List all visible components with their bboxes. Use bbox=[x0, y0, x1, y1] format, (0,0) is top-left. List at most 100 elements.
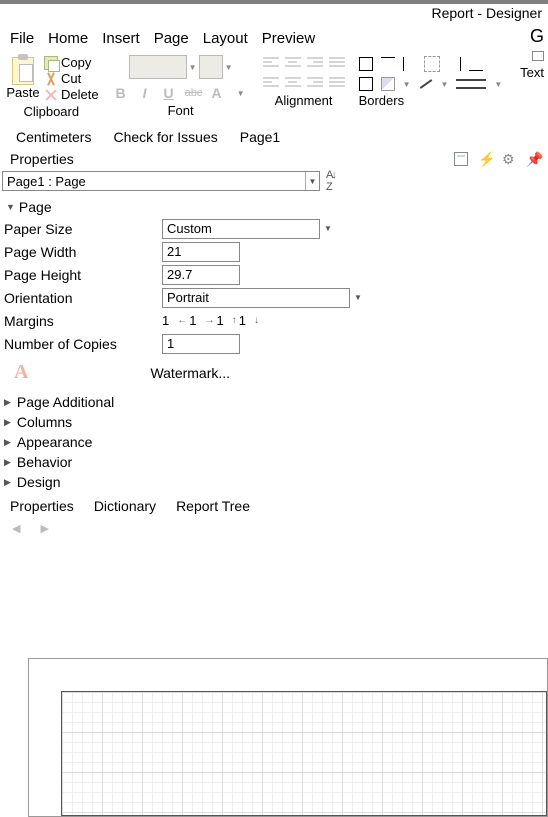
menu-layout[interactable]: Layout bbox=[203, 30, 248, 47]
underline-button[interactable]: U bbox=[161, 85, 177, 101]
menu-insert[interactable]: Insert bbox=[102, 30, 140, 47]
wrap-button[interactable] bbox=[329, 77, 345, 91]
chevron-down-icon[interactable]: ▼ bbox=[441, 80, 449, 89]
ribbon-font: ▼ ▼ B I U abc A ▼ Font bbox=[109, 55, 253, 118]
watermark-button[interactable]: A Watermark... bbox=[0, 355, 548, 390]
settings-icon[interactable]: ⚙ bbox=[502, 152, 516, 166]
menu-bar: File Home Insert Page Layout Preview bbox=[0, 22, 548, 53]
chevron-down-icon[interactable]: ▼ bbox=[351, 289, 365, 307]
tab-report-tree[interactable]: Report Tree bbox=[176, 498, 250, 514]
copy-icon bbox=[44, 56, 58, 70]
dialog-launcher-icon[interactable] bbox=[532, 51, 544, 61]
properties-title: Properties bbox=[10, 151, 74, 167]
strike-button[interactable]: abc bbox=[185, 87, 201, 99]
valign-middle-button[interactable] bbox=[285, 77, 301, 91]
section-design[interactable]: ▶Design bbox=[4, 472, 544, 492]
delete-button[interactable]: Delete bbox=[44, 87, 99, 102]
text-group-label: Text bbox=[520, 65, 544, 80]
units-button[interactable]: Centimeters bbox=[16, 129, 91, 145]
menu-home[interactable]: Home bbox=[48, 30, 88, 47]
page-height-input[interactable] bbox=[162, 265, 240, 285]
border-top-button[interactable] bbox=[381, 57, 395, 71]
valign-top-button[interactable] bbox=[263, 77, 279, 91]
title-bar: Report - Designer bbox=[0, 0, 548, 22]
object-selector[interactable]: Page1 : Page ▼ bbox=[2, 171, 320, 191]
italic-button[interactable]: I bbox=[137, 85, 153, 101]
tab-properties[interactable]: Properties bbox=[10, 498, 74, 514]
ribbon: Paste Copy Cut Delete Clipboard ▼ ▼ B I … bbox=[0, 53, 548, 123]
section-appearance[interactable]: ▶Appearance bbox=[4, 432, 544, 452]
check-issues-button[interactable]: Check for Issues bbox=[113, 129, 217, 145]
copies-input[interactable] bbox=[162, 334, 240, 354]
paste-icon bbox=[12, 57, 34, 85]
page-height-label: Page Height bbox=[2, 267, 162, 283]
section-page[interactable]: ▼ Page bbox=[0, 197, 548, 217]
next-page-button[interactable]: ▶ bbox=[40, 522, 48, 535]
menu-file[interactable]: File bbox=[10, 30, 34, 47]
font-family-select[interactable] bbox=[129, 55, 187, 79]
borders-label: Borders bbox=[359, 93, 503, 108]
bold-button[interactable]: B bbox=[113, 85, 129, 101]
paste-label: Paste bbox=[6, 85, 39, 100]
font-label: Font bbox=[168, 103, 194, 118]
tab-dictionary[interactable]: Dictionary bbox=[94, 498, 156, 514]
page-width-input[interactable] bbox=[162, 242, 240, 262]
watermark-icon: A bbox=[14, 361, 28, 384]
chevron-down-icon[interactable]: ▼ bbox=[189, 63, 197, 72]
sort-icon[interactable]: A↓Z bbox=[326, 169, 335, 193]
alignment-label: Alignment bbox=[275, 93, 333, 108]
chevron-right-icon: ▶ bbox=[4, 437, 11, 448]
section-columns[interactable]: ▶Columns bbox=[4, 412, 544, 432]
app-title: Report - Designer bbox=[432, 5, 543, 21]
font-size-select[interactable] bbox=[199, 55, 223, 79]
paste-button[interactable]: Paste bbox=[4, 55, 42, 100]
chevron-down-icon[interactable]: ▼ bbox=[305, 172, 319, 190]
border-all-button[interactable] bbox=[359, 57, 373, 71]
text-style-button[interactable]: G bbox=[530, 26, 544, 47]
chevron-right-icon: ▶ bbox=[4, 397, 11, 408]
chevron-down-icon[interactable]: ▼ bbox=[321, 220, 335, 238]
page-tab[interactable]: Page1 bbox=[240, 129, 280, 145]
pin-icon[interactable]: 📌 bbox=[526, 152, 540, 166]
secondary-bar: Centimeters Check for Issues Page1 bbox=[0, 123, 548, 147]
events-icon[interactable]: ⚡ bbox=[478, 152, 492, 166]
chevron-down-icon[interactable]: ▼ bbox=[225, 63, 233, 72]
menu-page[interactable]: Page bbox=[154, 30, 189, 47]
align-right-button[interactable] bbox=[307, 57, 323, 71]
section-page-additional[interactable]: ▶Page Additional bbox=[4, 392, 544, 412]
align-left-button[interactable] bbox=[263, 57, 279, 71]
properties-panel-header: Properties ⚡ ⚙ 📌 bbox=[0, 147, 548, 169]
font-color-button[interactable]: A bbox=[209, 85, 225, 101]
ribbon-alignment: Alignment bbox=[259, 55, 349, 108]
border-style-button[interactable] bbox=[456, 79, 486, 89]
prev-page-button[interactable]: ◀ bbox=[12, 522, 20, 535]
chevron-down-icon[interactable]: ▼ bbox=[233, 89, 249, 98]
chevron-right-icon: ▶ bbox=[4, 457, 11, 468]
border-none-button[interactable] bbox=[425, 57, 439, 71]
design-canvas[interactable] bbox=[28, 658, 548, 817]
chevron-down-icon[interactable]: ▼ bbox=[403, 80, 411, 89]
border-right-button[interactable] bbox=[447, 57, 461, 71]
chevron-down-icon[interactable]: ▼ bbox=[494, 80, 502, 89]
align-center-button[interactable] bbox=[285, 57, 301, 71]
orientation-label: Orientation bbox=[2, 290, 162, 306]
margins-values[interactable]: 1 ←1 →1 ↑1 ↓ bbox=[162, 313, 259, 328]
paper-size-label: Paper Size bbox=[2, 221, 162, 237]
copy-button[interactable]: Copy bbox=[44, 55, 99, 70]
page-surface[interactable] bbox=[61, 691, 547, 816]
border-bottom-button[interactable] bbox=[469, 57, 483, 71]
border-left-button[interactable] bbox=[403, 57, 417, 71]
orientation-combo[interactable]: Portrait ▼ bbox=[162, 288, 350, 308]
fill-color-button[interactable] bbox=[381, 77, 395, 91]
menu-preview[interactable]: Preview bbox=[262, 30, 315, 47]
section-behavior[interactable]: ▶Behavior bbox=[4, 452, 544, 472]
ribbon-clipboard: Paste Copy Cut Delete Clipboard bbox=[0, 55, 103, 119]
valign-bottom-button[interactable] bbox=[307, 77, 323, 91]
categorized-icon[interactable] bbox=[454, 152, 468, 166]
cut-button[interactable]: Cut bbox=[44, 71, 99, 86]
border-outer-button[interactable] bbox=[359, 77, 373, 91]
paper-size-combo[interactable]: Custom ▼ bbox=[162, 219, 320, 239]
chevron-right-icon: ▶ bbox=[4, 417, 11, 428]
align-justify-button[interactable] bbox=[329, 57, 345, 71]
border-color-button[interactable] bbox=[419, 79, 432, 89]
